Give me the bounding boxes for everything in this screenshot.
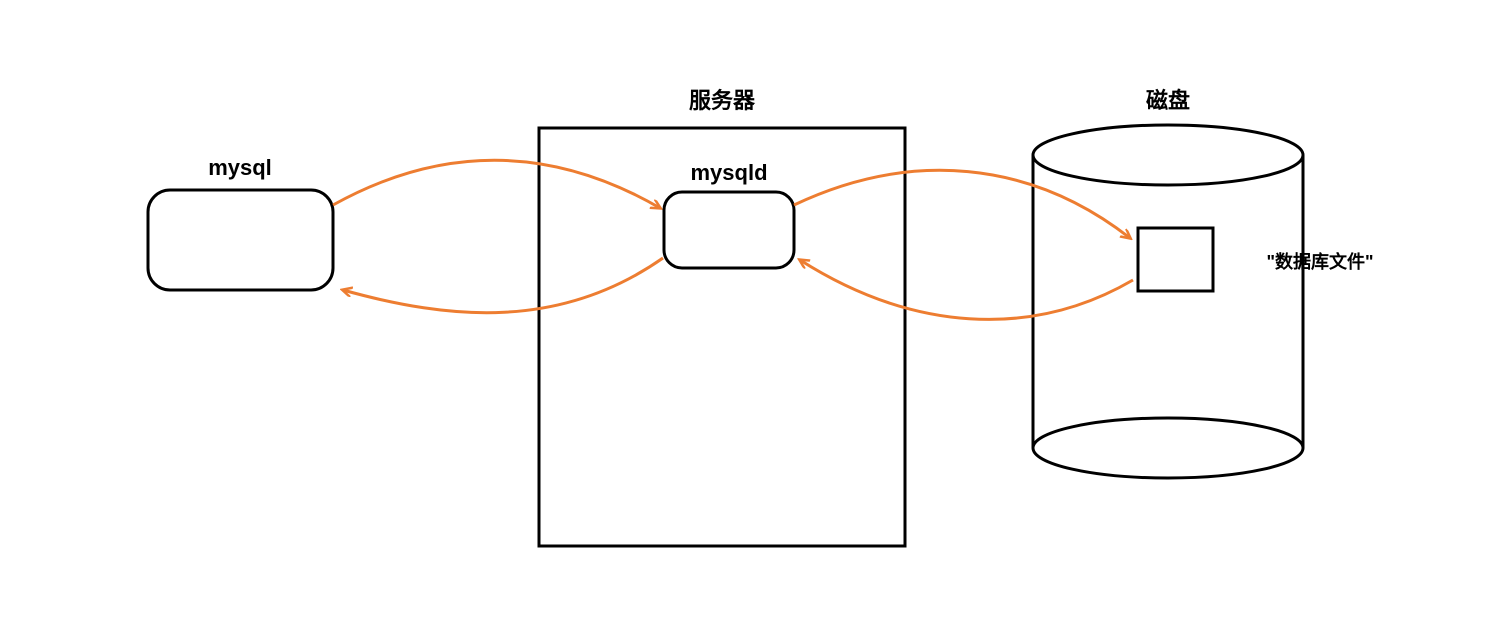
server-process-node: mysqld bbox=[664, 160, 794, 268]
architecture-diagram: mysql 服务器 mysqld 磁盘 "数据库文件" bbox=[0, 0, 1490, 629]
client-label: mysql bbox=[208, 155, 272, 180]
client-node: mysql bbox=[148, 155, 333, 290]
arrow-mysqld-to-disk bbox=[794, 170, 1130, 238]
arrow-mysqld-to-client bbox=[343, 258, 663, 313]
arrow-client-to-mysqld bbox=[333, 160, 660, 208]
disk-node: 磁盘 bbox=[1033, 88, 1303, 478]
server-process-label: mysqld bbox=[690, 160, 767, 185]
arrow-disk-to-mysqld bbox=[800, 260, 1133, 319]
server-container-node: 服务器 bbox=[539, 88, 905, 546]
server-container-label: 服务器 bbox=[689, 88, 756, 113]
disk-label: 磁盘 bbox=[1146, 88, 1190, 113]
db-file-label: "数据库文件" bbox=[1266, 251, 1373, 272]
db-file-node: "数据库文件" bbox=[1138, 228, 1374, 291]
